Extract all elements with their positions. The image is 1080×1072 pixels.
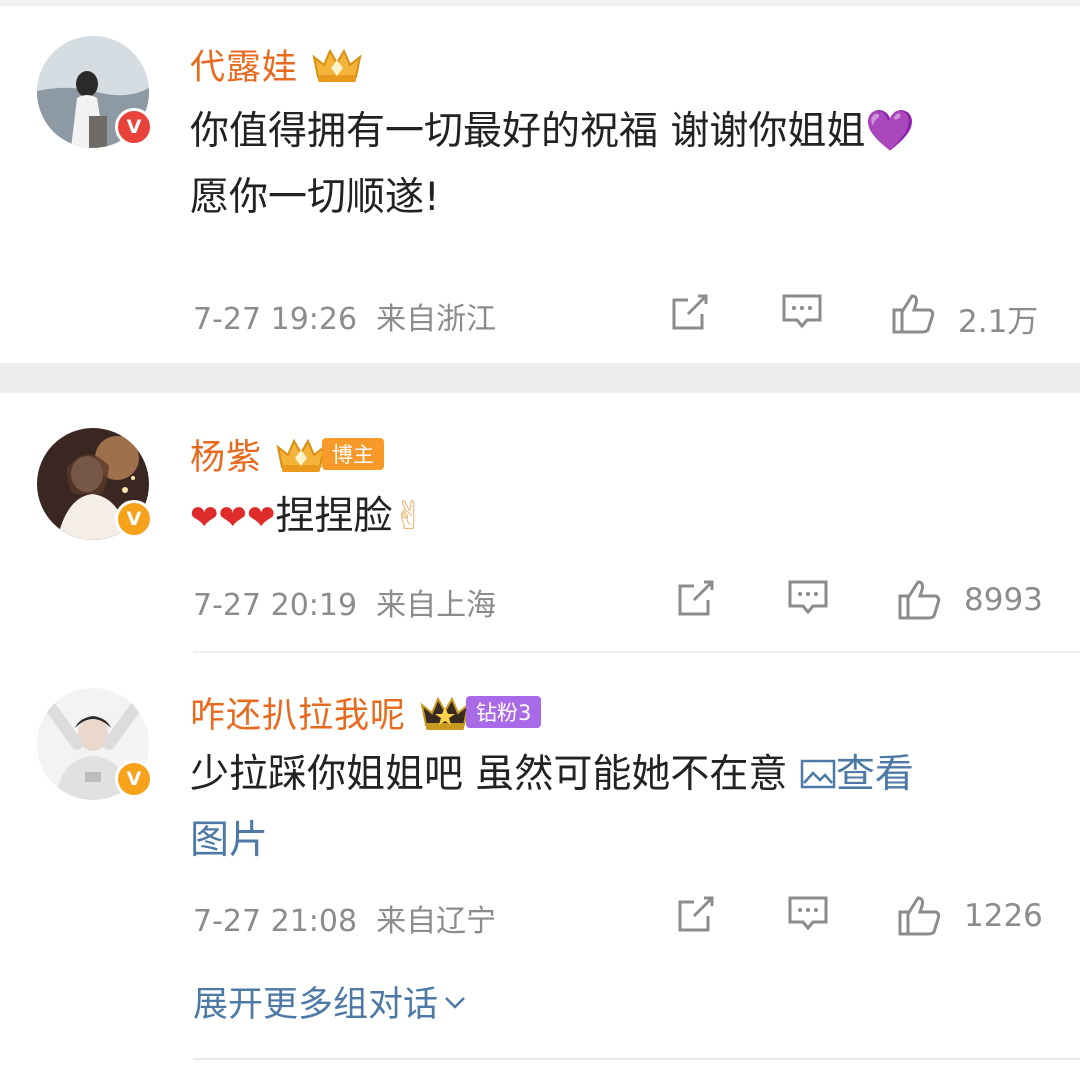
verified-v-icon: V [115,500,153,538]
crown-icon [420,696,470,730]
location: 来自上海 [376,588,497,623]
comment-text: 少拉踩你姐姐吧 虽然可能她不在意 查看图片 [190,742,1040,874]
blogger-tag: 博主 [322,438,385,470]
comment-icon[interactable] [786,892,830,936]
location: 来自浙江 [376,302,497,337]
comment-text-line: 少拉踩你姐姐吧 虽然可能她不在意 [190,752,788,797]
username[interactable]: 代露娃 [190,39,298,90]
chevron-down-icon [445,996,465,1009]
thumbs-up-icon[interactable] [890,290,938,338]
comment-text-line: 你值得拥有一切最好的祝福 谢谢你姐姐 [190,109,866,154]
fan-level-tag: 钻粉3 [466,696,542,728]
avatar[interactable]: V [37,688,153,800]
view-image-link-text: 图片 [190,818,269,863]
like-count: 1226 [964,898,1043,934]
bottom-divider [193,1058,1080,1060]
comment-text: 你值得拥有一切最好的祝福 谢谢你姐姐💜 愿你一切顺遂! [190,98,1040,231]
comment-actions: 1226 [664,892,1044,942]
red-heart-emoji: ❤❤❤ [190,498,276,538]
comment-meta: 7-27 21:08 来自辽宁 [193,896,496,940]
comment-icon[interactable] [780,290,824,334]
verified-v-icon: V [115,760,153,798]
comment-actions: 2.1万 [664,290,1044,340]
section-separator [0,363,1080,393]
comment-actions: 8993 [664,576,1044,626]
share-icon[interactable] [674,576,718,620]
verified-v-icon: V [115,108,153,146]
timestamp: 7-27 20:19 [193,588,358,623]
expand-label: 展开更多组对话 [193,985,439,1025]
like-count: 2.1万 [958,304,1039,340]
comment-text-line: 愿你一切顺遂! [190,175,440,220]
comment-text-line: 捏捏脸 [275,494,393,539]
timestamp: 7-27 19:26 [193,302,358,337]
username[interactable]: 杨紫 [190,429,262,480]
crown-icon [276,438,326,472]
comment-meta: 7-27 20:19 来自上海 [193,580,496,624]
comment-text: ❤❤❤捏捏脸✌ [190,484,1040,551]
timestamp: 7-27 21:08 [193,904,358,939]
view-image-link-text: 查看 [835,752,914,797]
avatar[interactable]: V [37,36,153,148]
top-divider [0,0,1080,6]
avatar[interactable]: V [37,428,153,540]
comment-meta: 7-27 19:26 来自浙江 [193,294,496,338]
location: 来自辽宁 [376,904,497,939]
share-icon[interactable] [674,892,718,936]
image-icon [800,759,836,789]
share-icon[interactable] [668,290,712,334]
purple-heart-emoji: 💜 [865,108,916,154]
comment-icon[interactable] [786,576,830,620]
username[interactable]: 咋还扒拉我呢 [190,687,406,738]
expand-more-conversations-button[interactable]: 展开更多组对话 [193,976,468,1027]
comment-divider [193,651,1080,653]
thumbs-up-icon[interactable] [896,892,944,940]
crown-icon [312,48,362,82]
like-count: 8993 [964,582,1043,618]
thumbs-up-icon[interactable] [896,576,944,624]
victory-hand-emoji: ✌ [392,494,426,539]
